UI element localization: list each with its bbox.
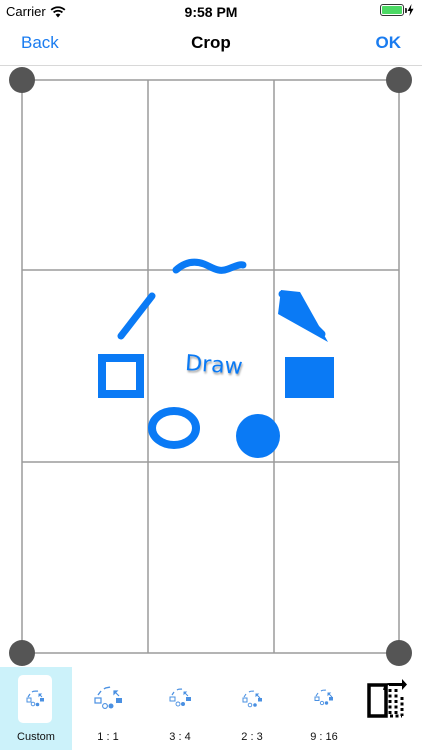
crop-image: Draw bbox=[21, 79, 400, 654]
tilde-stroke-icon bbox=[172, 258, 247, 274]
ratio-option-3-4[interactable]: 3 : 4 bbox=[144, 667, 216, 750]
charging-bolt-icon bbox=[407, 4, 414, 16]
ratio-label: 2 : 3 bbox=[241, 731, 263, 743]
square-filled-icon bbox=[285, 357, 334, 398]
status-bar: Carrier 9:58 PM bbox=[0, 0, 422, 22]
draw-text: Draw bbox=[184, 351, 243, 380]
crop-handle-top-right[interactable] bbox=[386, 67, 412, 93]
crop-handle-bottom-right[interactable] bbox=[386, 640, 412, 666]
crop-handle-bottom-left[interactable] bbox=[9, 640, 35, 666]
ratio-option-custom[interactable]: Custom bbox=[0, 667, 72, 750]
ok-button[interactable]: OK bbox=[376, 33, 402, 53]
rotate-orientation-icon bbox=[367, 679, 407, 718]
ratio-label: 9 : 16 bbox=[310, 731, 338, 743]
ratio-option-2-3[interactable]: 2 : 3 bbox=[216, 667, 288, 750]
ratio-label: 1 : 1 bbox=[97, 731, 119, 743]
custom-ratio-icon bbox=[26, 690, 44, 707]
battery-icon bbox=[380, 4, 407, 16]
crop-handle-top-left[interactable] bbox=[9, 67, 35, 93]
status-time: 9:58 PM bbox=[184, 4, 238, 20]
two-three-ratio-icon bbox=[242, 690, 262, 708]
square-outline-icon bbox=[98, 354, 144, 398]
circle-outline-icon bbox=[148, 407, 200, 449]
battery-fill bbox=[382, 6, 402, 14]
ratio-label: Custom bbox=[17, 731, 55, 743]
page-title: Crop bbox=[191, 33, 231, 52]
square-ratio-icon bbox=[94, 686, 122, 709]
ratio-thumbnail-card bbox=[18, 675, 52, 723]
rotate-orientation-button[interactable] bbox=[362, 675, 410, 723]
status-right bbox=[380, 4, 414, 16]
ratio-option-1-1[interactable]: 1 : 1 bbox=[72, 667, 144, 750]
ratio-option-9-16[interactable]: 9 : 16 bbox=[288, 667, 360, 750]
arrow-icon bbox=[278, 290, 328, 342]
circle-filled-icon bbox=[236, 414, 280, 458]
navigation-bar: Back Crop OK bbox=[0, 22, 422, 66]
crop-canvas[interactable]: Draw bbox=[0, 66, 422, 667]
aspect-ratio-toolbar: Custom 1 : 1 3 : 4 2: 3 9: 16 bbox=[0, 667, 422, 750]
ratio-label: 3 : 4 bbox=[169, 731, 191, 743]
three-four-ratio-icon bbox=[169, 688, 191, 707]
nine-sixteen-ratio-icon bbox=[314, 689, 333, 706]
